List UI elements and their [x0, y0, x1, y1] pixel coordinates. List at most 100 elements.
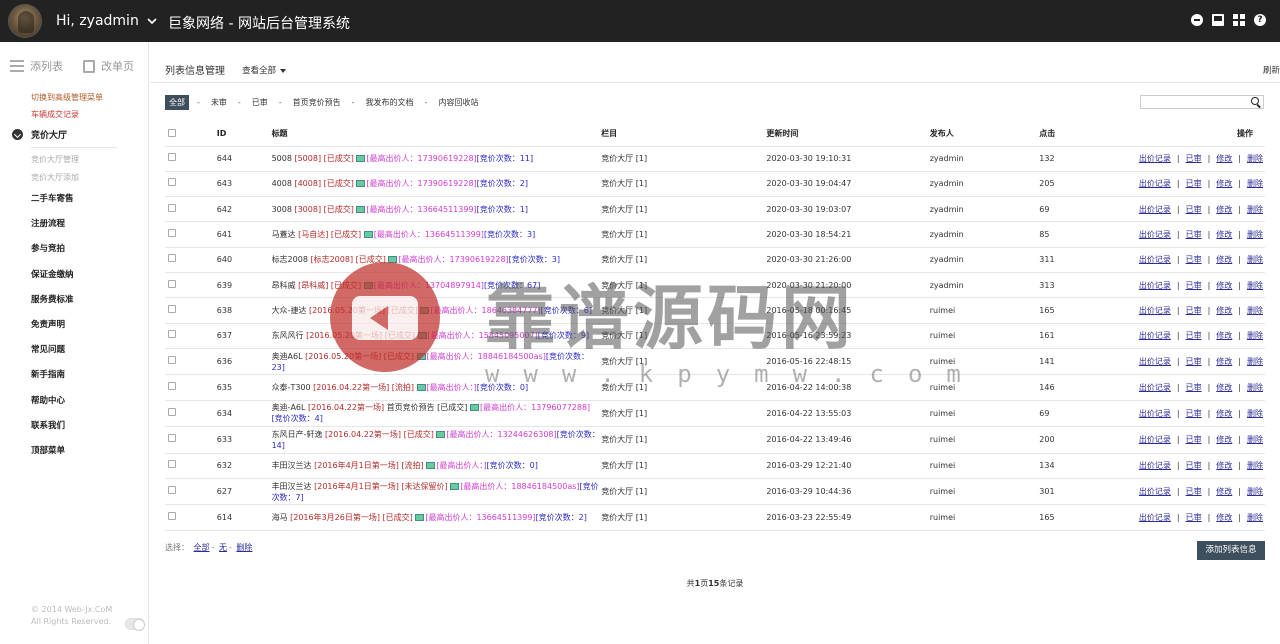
row-checkbox[interactable]	[168, 407, 176, 416]
row-title[interactable]: 丰田汉兰达 [2016年4月1日第一场] [未达保留价] [最高出价人：1884…	[271, 478, 602, 506]
reviewed-link[interactable]: 已审	[1186, 281, 1202, 290]
sidebar-item-register-flow[interactable]: 注册流程	[31, 217, 74, 242]
row-title-name[interactable]: 众泰-T300	[272, 383, 311, 392]
delete-link[interactable]: 删除	[1247, 255, 1263, 264]
bid-records-link[interactable]: 出价记录	[1139, 487, 1171, 496]
sidebar-item-beginner-guide[interactable]: 新手指南	[31, 368, 74, 393]
row-checkbox[interactable]	[168, 254, 176, 263]
reviewed-link[interactable]: 已审	[1186, 255, 1202, 264]
tab-page[interactable]: 改单页	[83, 58, 134, 74]
bid-records-link[interactable]: 出价记录	[1139, 230, 1171, 239]
row-title[interactable]: 4008 [4008] [已成交] [最高出价人：17390619228][竞价…	[271, 171, 602, 198]
row-column[interactable]: 竞价大厅 [1]	[601, 504, 767, 531]
bid-records-link[interactable]: 出价记录	[1139, 461, 1171, 470]
bid-records-link[interactable]: 出价记录	[1139, 357, 1171, 366]
row-column[interactable]: 竞价大厅 [1]	[601, 196, 767, 223]
reviewed-link[interactable]: 已审	[1186, 230, 1202, 239]
sidebar-item-service-fee[interactable]: 服务费标准	[31, 293, 74, 318]
edit-link[interactable]: 修改	[1216, 435, 1232, 444]
add-list-info-button[interactable]: 添加列表信息	[1197, 541, 1265, 560]
row-title[interactable]: 东风风行 [2016.05.20第一场] [已成交] [最高出价人：158450…	[271, 323, 602, 349]
minus-circle-icon[interactable]	[1191, 14, 1203, 26]
row-checkbox[interactable]	[168, 203, 176, 212]
sidebar-item-help-center[interactable]: 帮助中心	[31, 394, 74, 419]
bid-records-link[interactable]: 出价记录	[1139, 306, 1171, 315]
sidebar-item-top-menu[interactable]: 顶部菜单	[31, 444, 74, 469]
edit-link[interactable]: 修改	[1216, 383, 1232, 392]
row-title[interactable]: 马蓋达 [马自达] [已成交] [最高出价人：13664511399][竞价次数…	[271, 221, 602, 248]
reviewed-link[interactable]: 已审	[1186, 357, 1202, 366]
reviewed-link[interactable]: 已审	[1186, 179, 1202, 188]
select-all-checkbox[interactable]	[168, 128, 176, 137]
delete-link[interactable]: 删除	[1247, 409, 1263, 418]
delete-link[interactable]: 删除	[1247, 230, 1263, 239]
row-checkbox[interactable]	[168, 460, 176, 469]
sidebar-group-header[interactable]: 竞价大厅	[12, 128, 122, 141]
row-checkbox[interactable]	[168, 279, 176, 288]
monitor-icon[interactable]	[1212, 14, 1224, 26]
reviewed-link[interactable]: 已审	[1186, 461, 1202, 470]
tab-list[interactable]: 添列表	[10, 58, 63, 74]
help-icon[interactable]: ?	[1254, 14, 1266, 26]
search-input[interactable]	[1140, 95, 1264, 109]
delete-link[interactable]: 删除	[1247, 331, 1263, 340]
row-checkbox[interactable]	[168, 304, 176, 313]
row-title-name[interactable]: 东风日产-轩逸	[272, 430, 323, 439]
sidebar-item-faq[interactable]: 常见问题	[31, 343, 74, 368]
row-column[interactable]: 竞价大厅 [1]	[601, 453, 767, 479]
bid-records-link[interactable]: 出价记录	[1139, 179, 1171, 188]
row-title-name[interactable]: 丰田汉兰达	[272, 461, 312, 470]
row-title-name[interactable]: 东风风行	[272, 331, 304, 340]
row-column[interactable]: 竞价大厅 [1]	[601, 400, 767, 428]
filter-recycle-bin[interactable]: 内容回收站	[435, 95, 481, 110]
reviewed-link[interactable]: 已审	[1186, 331, 1202, 340]
bid-records-link[interactable]: 出价记录	[1139, 409, 1171, 418]
bid-records-link[interactable]: 出价记录	[1139, 205, 1171, 214]
bid-records-link[interactable]: 出价记录	[1139, 435, 1171, 444]
row-checkbox[interactable]	[168, 330, 176, 339]
delete-link[interactable]: 删除	[1247, 513, 1263, 522]
filter-reviewed[interactable]: 已审	[249, 95, 271, 110]
row-column[interactable]: 竞价大厅 [1]	[601, 146, 767, 172]
row-title-name[interactable]: 4008	[272, 179, 292, 188]
row-column[interactable]: 竞价大厅 [1]	[601, 323, 767, 349]
reviewed-link[interactable]: 已审	[1186, 409, 1202, 418]
switch-advanced-menu-link[interactable]: 切换到高级管理菜单	[31, 92, 103, 103]
reviewed-link[interactable]: 已审	[1186, 513, 1202, 522]
delete-selected-link[interactable]: 删除	[236, 543, 252, 552]
bid-records-link[interactable]: 出价记录	[1139, 383, 1171, 392]
delete-link[interactable]: 删除	[1247, 154, 1263, 163]
bid-records-link[interactable]: 出价记录	[1139, 331, 1171, 340]
bid-records-link[interactable]: 出价记录	[1139, 281, 1171, 290]
edit-link[interactable]: 修改	[1216, 230, 1232, 239]
search-icon[interactable]	[1251, 97, 1261, 107]
row-title-name[interactable]: 奥迪A6L	[272, 352, 303, 361]
row-title-name[interactable]: 3008	[272, 205, 292, 214]
select-none-link[interactable]: 无	[219, 543, 227, 552]
delete-link[interactable]: 删除	[1247, 461, 1263, 470]
row-title[interactable]: 5008 [5008] [已成交] [最高出价人：17390619228][竞价…	[271, 146, 602, 172]
row-column[interactable]: 竞价大厅 [1]	[601, 348, 767, 376]
delete-link[interactable]: 删除	[1247, 487, 1263, 496]
delete-link[interactable]: 删除	[1247, 281, 1263, 290]
row-title[interactable]: 众泰-T300 [2016.04.22第一场] [流拍] [最高出价人：][竞价…	[271, 374, 602, 401]
sidebar-item-bidding-manage[interactable]: 竞价大厅管理	[31, 154, 122, 165]
delete-link[interactable]: 删除	[1247, 383, 1263, 392]
row-column[interactable]: 竞价大厅 [1]	[601, 478, 767, 506]
bid-records-link[interactable]: 出价记录	[1139, 154, 1171, 163]
sidebar-item-join-auction[interactable]: 参与竞拍	[31, 242, 74, 267]
edit-link[interactable]: 修改	[1216, 205, 1232, 214]
row-checkbox[interactable]	[168, 153, 176, 162]
sidebar-item-deposit[interactable]: 保证金缴纳	[31, 268, 74, 293]
row-title-name[interactable]: 海马	[272, 513, 288, 522]
row-checkbox[interactable]	[168, 486, 176, 495]
row-title[interactable]: 海马 [2016年3月26日第一场] [已成交] [最高出价人：13664511…	[271, 504, 602, 531]
reviewed-link[interactable]: 已审	[1186, 306, 1202, 315]
filter-unreviewed[interactable]: 未审	[208, 95, 230, 110]
sidebar-item-bidding-add[interactable]: 竞价大厅添加	[31, 172, 122, 183]
row-title-name[interactable]: 马蓋达	[272, 230, 296, 239]
row-checkbox[interactable]	[168, 178, 176, 187]
reviewed-link[interactable]: 已审	[1186, 383, 1202, 392]
edit-link[interactable]: 修改	[1216, 306, 1232, 315]
row-column[interactable]: 竞价大厅 [1]	[601, 374, 767, 401]
